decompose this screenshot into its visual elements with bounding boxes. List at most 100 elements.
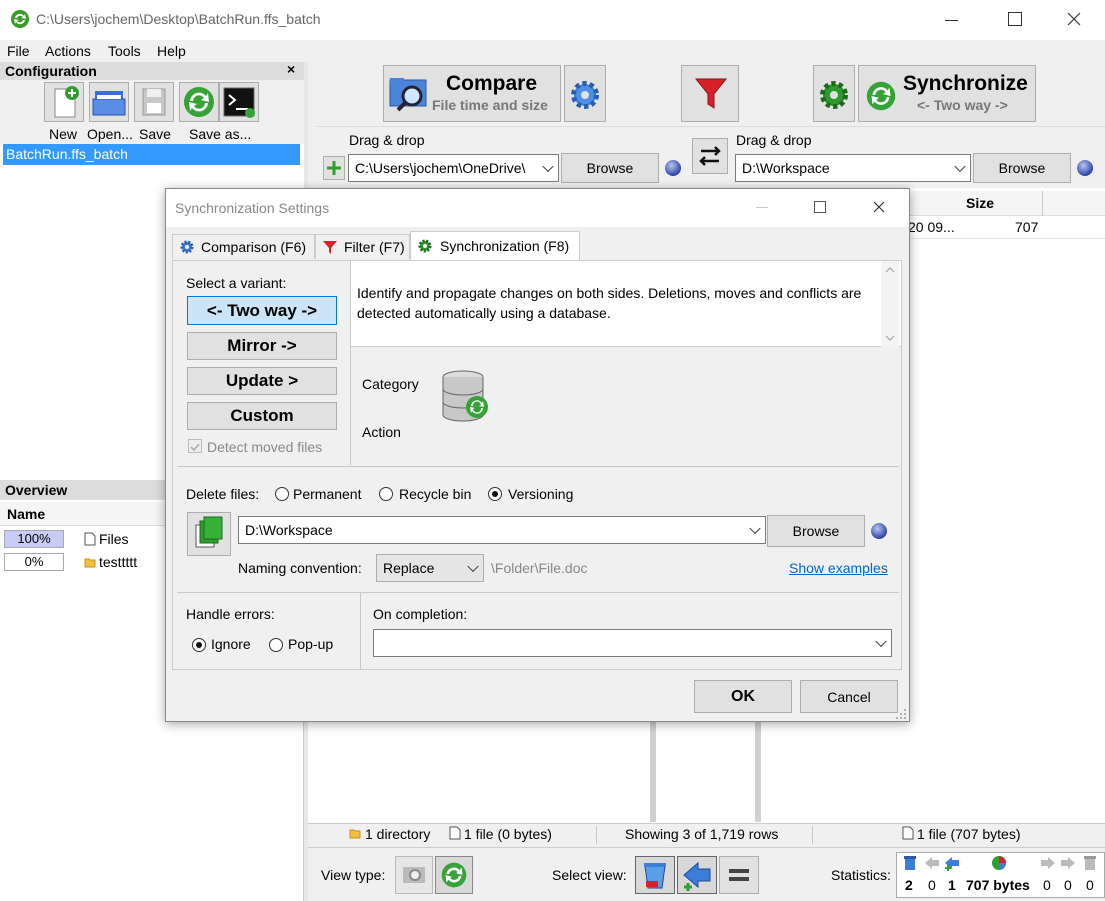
tab-filter-label: Filter (F7) (344, 239, 405, 255)
tab-synchronization[interactable]: Synchronization (F8) (410, 231, 580, 261)
minimize-icon (945, 20, 958, 21)
stat-create-right: 0 (1043, 877, 1051, 893)
versioning-browse-button[interactable]: Browse (767, 515, 865, 547)
left-folder-combobox[interactable]: C:\Users\jochem\OneDrive\ (348, 154, 559, 182)
minimize-button[interactable] (944, 12, 960, 28)
compare-button[interactable]: Compare File time and size (383, 65, 561, 122)
grid-row-size: 707 (1015, 219, 1039, 235)
batch-job-button[interactable] (219, 82, 259, 122)
grid-row[interactable]: 20 09... 707 (905, 217, 1105, 239)
sync-settings-button[interactable] (813, 65, 855, 122)
menu-tools[interactable]: Tools (108, 43, 141, 59)
maximize-button[interactable] (1008, 12, 1022, 26)
config-panel-close-icon[interactable]: × (287, 61, 295, 77)
compare-settings-button[interactable] (564, 65, 606, 122)
versioning-cloud-globe-icon[interactable] (871, 523, 887, 539)
open-config-button[interactable] (89, 82, 129, 122)
delete-permanent-radio[interactable] (275, 487, 289, 501)
left-drag-drop-label: Drag & drop (349, 132, 425, 148)
delete-versioning-radio[interactable] (488, 487, 502, 501)
chevron-down-icon (875, 635, 887, 648)
plus-icon (327, 161, 341, 175)
recycle-bin-icon (644, 863, 666, 889)
synchronize-title: Synchronize (903, 72, 1028, 95)
versioning-folder-path: D:\Workspace (245, 522, 333, 538)
dialog-minimize-button[interactable] (756, 207, 768, 208)
menu-file[interactable]: File (7, 43, 30, 59)
variant-mirror-button[interactable]: Mirror -> (187, 332, 337, 360)
magnifier-folder-icon (389, 78, 427, 112)
description-scrollbar[interactable] (881, 261, 899, 347)
config-list-item-label: BatchRun.ffs_batch (6, 146, 128, 162)
config-panel-title: Configuration (5, 63, 97, 79)
menu-help[interactable]: Help (157, 43, 186, 59)
dialog-title-bar: Synchronization Settings (166, 189, 909, 227)
left-browse-button[interactable]: Browse (561, 153, 659, 183)
right-folder-combobox[interactable]: D:\Workspace (735, 154, 971, 182)
cancel-button[interactable]: Cancel (800, 680, 898, 713)
equal-icon (729, 869, 749, 881)
versioning-folder-combobox[interactable]: D:\Workspace (238, 516, 766, 544)
resize-grip-icon[interactable] (895, 708, 907, 720)
tab-comparison-label: Comparison (F6) (201, 239, 307, 255)
left-cloud-globe-icon[interactable] (665, 160, 681, 176)
open-config-label: Open... (87, 126, 133, 142)
tab-content-panel: Select a variant: <- Two way -> Mirror -… (172, 260, 902, 670)
save-as-config-label: Save as... (189, 126, 252, 142)
stat-create-left: 1 (948, 877, 956, 893)
select-view-delete-button[interactable] (635, 856, 675, 894)
tab-filter[interactable]: Filter (F7) (315, 234, 410, 259)
stat-overwrite-left: 0 (928, 877, 936, 893)
chevron-down-icon (885, 335, 895, 341)
tab-synchronization-label: Synchronization (F8) (440, 238, 570, 254)
ok-button[interactable]: OK (694, 680, 792, 713)
view-type-sync-button[interactable] (435, 856, 473, 894)
on-completion-combobox[interactable] (373, 629, 892, 657)
filter-button[interactable] (681, 65, 739, 122)
variant-update-button[interactable]: Update > (187, 367, 337, 395)
save-as-config-button[interactable] (179, 82, 219, 122)
naming-convention-select[interactable]: Replace (376, 554, 484, 582)
checkmark-icon (190, 443, 200, 452)
right-drag-drop-label: Drag & drop (736, 132, 812, 148)
variant-description: Identify and propagate changes on both s… (357, 285, 862, 321)
config-list-item[interactable]: BatchRun.ffs_batch (3, 144, 300, 165)
menu-actions[interactable]: Actions (45, 43, 91, 59)
variant-two-way-button[interactable]: <- Two way -> (187, 296, 337, 325)
new-config-button[interactable] (44, 82, 84, 122)
naming-convention-label: Naming convention: (238, 560, 362, 576)
synchronize-button[interactable]: Synchronize <- Two way -> (858, 65, 1036, 122)
show-examples-link[interactable]: Show examples (789, 560, 888, 576)
right-browse-button[interactable]: Browse (973, 153, 1071, 183)
overview-panel-title: Overview (5, 482, 68, 498)
add-folder-pair-button[interactable] (323, 156, 345, 180)
select-view-equal-button[interactable] (719, 856, 759, 894)
on-completion-label: On completion: (373, 606, 468, 622)
save-config-button[interactable] (134, 82, 174, 122)
status-showing-rows: Showing 3 of 1,719 rows (625, 826, 779, 842)
close-icon (1067, 12, 1081, 26)
stat-overwrite-right: 0 (1064, 877, 1072, 893)
select-view-create-left-button[interactable] (677, 856, 717, 894)
dialog-maximize-button[interactable] (814, 201, 826, 213)
status-right-files: 1 file (707 bytes) (917, 826, 1021, 842)
close-button[interactable] (1065, 10, 1083, 28)
overview-col-name: Name (7, 506, 46, 522)
dialog-close-button[interactable] (870, 198, 888, 216)
file-icon (449, 826, 461, 840)
status-divider (812, 826, 813, 844)
grid-col-size[interactable]: Size (966, 195, 994, 211)
detect-moved-label: Detect moved files (207, 439, 323, 455)
delete-recycle-bin-radio[interactable] (379, 487, 393, 501)
errors-popup-radio[interactable] (269, 638, 283, 652)
swap-sides-button[interactable] (692, 138, 728, 174)
view-type-folder-button[interactable] (395, 856, 433, 894)
detect-moved-checkbox[interactable] (188, 439, 202, 453)
right-cloud-globe-icon[interactable] (1077, 160, 1093, 176)
delete-count-icon (904, 856, 916, 870)
overview-row-name: Files (99, 531, 129, 547)
tab-comparison[interactable]: Comparison (F6) (172, 234, 315, 259)
variant-custom-button[interactable]: Custom (187, 402, 337, 430)
chevron-down-icon (467, 560, 479, 573)
errors-ignore-radio[interactable] (192, 638, 206, 652)
